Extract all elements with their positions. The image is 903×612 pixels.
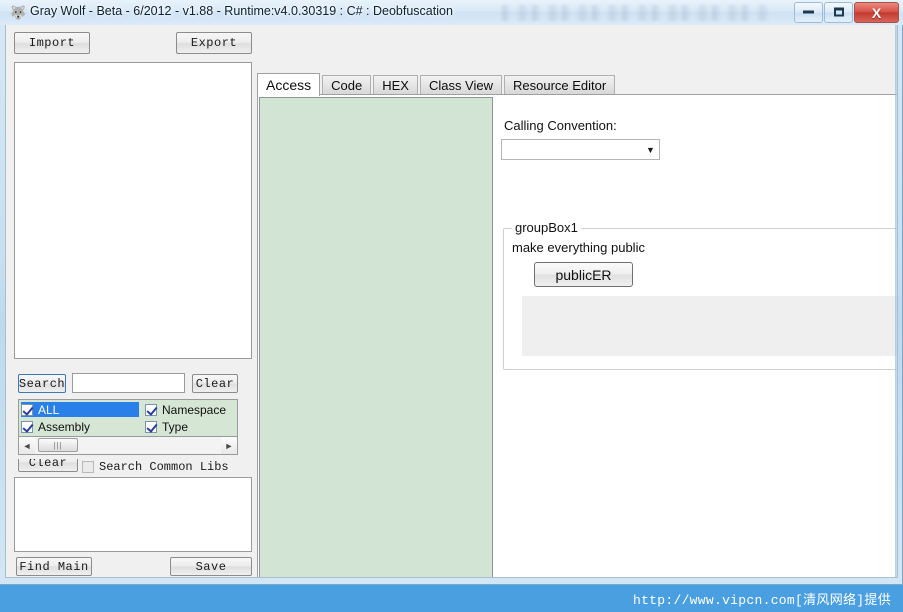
tab-hex[interactable]: HEX (373, 75, 418, 95)
close-icon: X (871, 4, 882, 21)
checkbox-icon[interactable] (145, 403, 157, 416)
filter-label: Type (162, 419, 189, 434)
window-title: Gray Wolf - Beta - 6/2012 - v1.88 - Runt… (30, 4, 453, 18)
public-er-button[interactable]: publicER (534, 262, 633, 287)
member-list-panel[interactable] (259, 97, 493, 577)
application-window: 🐺 Gray Wolf - Beta - 6/2012 - v1.88 - Ru… (0, 0, 903, 585)
titlebar-reflection (500, 5, 770, 21)
tab-code[interactable]: Code (322, 75, 372, 95)
close-button[interactable]: X (854, 2, 899, 23)
clear-results-button[interactable]: Clear (18, 459, 78, 472)
search-common-libs-label: Search Common Libs (99, 460, 229, 474)
minimize-icon (795, 7, 822, 18)
scroll-left-arrow-icon[interactable]: ◄ (19, 437, 35, 454)
filter-label: Namespace (162, 402, 227, 417)
search-common-libs-checkbox[interactable]: Search Common Libs (82, 460, 229, 474)
filter-item-type[interactable]: Type (145, 419, 237, 434)
export-button[interactable]: Export (176, 32, 252, 54)
group-box-title: groupBox1 (512, 220, 581, 235)
checkbox-icon[interactable] (145, 420, 157, 433)
calling-convention-combobox[interactable]: ▼ (501, 139, 660, 160)
filter-item-namespace[interactable]: Namespace (145, 402, 237, 417)
tab-resource-editor[interactable]: Resource Editor (504, 75, 616, 95)
calling-convention-label: Calling Convention: (504, 118, 617, 133)
save-button[interactable]: Save (170, 557, 252, 576)
filter-label: ALL (38, 402, 60, 417)
window-right-edge (895, 25, 897, 577)
screen: 🐺 Gray Wolf - Beta - 6/2012 - v1.88 - Ru… (0, 0, 903, 612)
scroll-right-arrow-icon[interactable]: ► (221, 437, 237, 454)
checkbox-icon[interactable] (82, 461, 94, 473)
filter-item-all[interactable]: ALL (21, 402, 139, 417)
filter-label: Assembly (38, 419, 91, 434)
status-bar-text: http://www.vipcn.com[清风网络]提供 (632, 593, 891, 608)
checkbox-icon[interactable] (21, 420, 33, 433)
search-button[interactable]: Search (18, 374, 66, 393)
status-bar: http://www.vipcn.com[清风网络]提供 (0, 585, 903, 612)
import-button[interactable]: Import (14, 32, 90, 54)
public-log-pane[interactable] (522, 296, 897, 356)
left-panel: Import Export Search Clear ALL Namespace (6, 25, 253, 577)
clear-search-button[interactable]: Clear (192, 374, 238, 393)
results-textbox[interactable] (14, 477, 252, 552)
assembly-tree-listbox[interactable] (14, 62, 252, 359)
filter-item-assembly[interactable]: Assembly (21, 419, 139, 434)
filter-checklist[interactable]: ALL Namespace Assembly Type (18, 399, 238, 437)
scroll-thumb[interactable]: ||| (38, 438, 78, 452)
window-client-area: Import Export Search Clear ALL Namespace (5, 25, 898, 578)
chevron-down-icon[interactable]: ▼ (642, 140, 659, 159)
tab-host: Access Code HEX Class View Resource Edit… (253, 46, 897, 577)
tab-class-view[interactable]: Class View (419, 75, 502, 95)
search-input[interactable] (72, 373, 185, 393)
group-box-public: groupBox1 make everything public publicE… (503, 220, 897, 370)
minimize-button[interactable] (794, 2, 823, 23)
window-controls: X (793, 2, 899, 23)
make-everything-public-label: make everything public (512, 240, 645, 255)
filter-horizontal-scrollbar[interactable]: ◄ ||| ► (18, 437, 238, 455)
tab-page-access: Calling Convention: ▼ groupBox1 make eve… (257, 94, 897, 577)
tab-access[interactable]: Access (257, 73, 321, 96)
title-bar[interactable]: 🐺 Gray Wolf - Beta - 6/2012 - v1.88 - Ru… (0, 0, 903, 25)
maximize-button[interactable] (824, 2, 853, 23)
find-main-button[interactable]: Find Main (16, 557, 92, 576)
maximize-icon (825, 7, 852, 18)
scroll-track[interactable]: ||| (35, 437, 221, 454)
tab-strip: Access Code HEX Class View Resource Edit… (257, 73, 617, 96)
app-wolf-icon: 🐺 (10, 5, 27, 20)
checkbox-icon[interactable] (21, 403, 33, 416)
clear-results-button-label: Clear (18, 459, 78, 472)
